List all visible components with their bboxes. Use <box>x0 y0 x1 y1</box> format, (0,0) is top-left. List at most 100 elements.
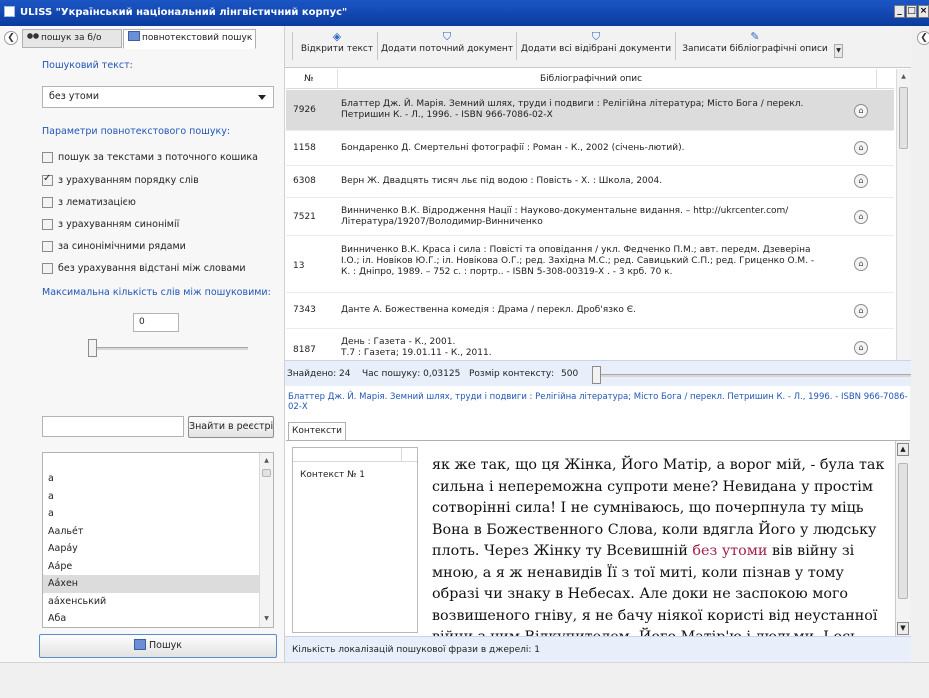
checkbox[interactable] <box>42 196 53 208</box>
checkbox[interactable] <box>42 240 53 252</box>
list-item[interactable]: а <box>43 505 273 523</box>
open-text-icon: ◈ <box>332 30 342 43</box>
scroll-up-icon[interactable]: ▲ <box>260 455 273 467</box>
context-list[interactable]: Контекст № 1 <box>292 447 418 633</box>
table-header: № Бібліографічний опис <box>286 69 894 89</box>
minimize-button[interactable]: _ <box>894 5 905 18</box>
checkbox[interactable] <box>42 151 53 163</box>
column-description-header[interactable]: Бібліографічний опис <box>540 74 642 84</box>
open-document-icon[interactable]: ⌂ <box>854 210 868 224</box>
toolbar: ◈ Відкрити текст ⛉ Додати поточний докум… <box>285 26 911 68</box>
bottom-panel <box>0 662 929 698</box>
option-synonymy[interactable]: з урахуванням синонімії <box>42 216 179 232</box>
find-in-registry-button[interactable]: Знайти в реєстрі <box>188 416 274 438</box>
option-current-cart[interactable]: пошук за текстами з поточного кошика <box>42 149 258 165</box>
maximize-button[interactable]: □ <box>906 5 917 18</box>
option-lemmatization[interactable]: з лематизацією <box>42 194 136 210</box>
context-size-slider-thumb[interactable] <box>592 366 601 384</box>
add-all-selected-button[interactable]: ⛉ Додати всі відібрані документи <box>519 30 673 62</box>
window-controls: _ □ × <box>893 5 929 19</box>
option-ignore-distance[interactable]: без урахування відстані між словами <box>42 260 246 276</box>
chevron-left-icon[interactable]: ❮ <box>917 31 929 45</box>
word-list-scrollbar[interactable]: ▲ ▼ <box>259 453 273 627</box>
list-item[interactable]: Аарáу <box>43 540 273 558</box>
context-scrollbar[interactable]: ▲ ▼ <box>895 441 910 637</box>
list-item[interactable]: Аальéт <box>43 523 273 541</box>
list-item[interactable]: Аба <box>43 610 273 627</box>
table-row[interactable]: 7521 Винниченко В.К. Відродження Нації :… <box>286 198 894 236</box>
found-count: Знайдено: 24 <box>287 369 351 379</box>
context-size-slider[interactable] <box>593 374 911 377</box>
list-item-selected[interactable]: Аáхен <box>43 575 273 593</box>
localization-count: Кількість локалізацій пошукової фрази в … <box>292 645 540 655</box>
contexts-area: Контекст № 1 як же так, що ця Жінка, Йог… <box>286 440 910 638</box>
search-mode-select[interactable]: без утоми <box>42 86 274 108</box>
checkbox[interactable] <box>42 262 53 274</box>
scroll-up-icon[interactable]: ▲ <box>897 443 909 456</box>
table-row[interactable]: 1158 Бондаренко Д. Смертельні фотографії… <box>286 131 894 166</box>
list-item[interactable]: аáхенський <box>43 593 273 611</box>
write-bibliography-button[interactable]: ✎ Записати бібліографічні описи <box>678 30 832 62</box>
search-button[interactable]: Пошук <box>39 634 277 658</box>
max-words-label: Максимальна кількість слів між пошуковим… <box>42 287 271 298</box>
cart-add-icon: ⛉ <box>442 30 452 43</box>
chevron-down-icon[interactable]: ▼ <box>834 44 843 58</box>
title-bar: ULISS "Український національний лінгвіст… <box>0 0 929 26</box>
context-size-value: 500 <box>561 369 579 379</box>
scroll-down-icon[interactable]: ▼ <box>897 622 909 635</box>
scroll-down-icon[interactable]: ▼ <box>260 613 273 625</box>
column-number-header[interactable]: № <box>304 74 313 84</box>
results-panel: ◈ Відкрити текст ⛉ Додати поточний докум… <box>284 26 911 662</box>
cart-add-all-icon: ⛉ <box>591 30 601 43</box>
highlighted-match: без утоми <box>692 543 768 559</box>
scroll-thumb[interactable] <box>898 463 908 599</box>
open-document-icon[interactable]: ⌂ <box>854 104 868 118</box>
window-title: ULISS "Український національний лінгвіст… <box>20 7 348 18</box>
search-text-label: Пошуковий текст: <box>42 60 133 71</box>
scroll-thumb[interactable] <box>899 87 908 149</box>
open-document-icon[interactable]: ⌂ <box>854 257 868 271</box>
list-item[interactable]: Аáре <box>43 558 273 576</box>
max-words-slider-track[interactable] <box>88 347 248 350</box>
context-size-label: Розмір контексту: <box>469 369 555 379</box>
table-row[interactable]: 6308 Верн Ж. Двадцять тисяч льє під водо… <box>286 166 894 198</box>
tab-fulltext-search[interactable]: повнотекстовий пошук <box>123 29 256 49</box>
search-time: Час пошуку: 0,03125 <box>362 369 461 379</box>
table-row[interactable]: 13 Винниченко В.К. Краса і сила : Повіст… <box>286 236 894 293</box>
option-word-order[interactable]: з урахуванням порядку слів <box>42 172 199 188</box>
table-row[interactable]: 7343 Данте А. Божественна комедія : Драм… <box>286 293 894 329</box>
checkbox[interactable] <box>42 218 53 230</box>
search-status-bar: Знайдено: 24 Час пошуку: 0,03125 Розмір … <box>285 360 911 386</box>
app-icon <box>4 6 15 17</box>
write-icon: ✎ <box>750 30 760 43</box>
add-current-document-button[interactable]: ⛉ Додати поточний документ <box>380 30 514 62</box>
registry-search-input[interactable] <box>42 416 184 437</box>
open-document-icon[interactable]: ⌂ <box>854 341 868 355</box>
list-item[interactable]: Контекст № 1 <box>300 470 365 480</box>
open-document-icon[interactable]: ⌂ <box>854 141 868 155</box>
checkbox-checked[interactable] <box>42 173 53 186</box>
max-words-input[interactable]: 0 <box>133 313 179 332</box>
open-document-icon[interactable]: ⌂ <box>854 174 868 188</box>
open-text-button[interactable]: ◈ Відкрити текст <box>299 30 375 62</box>
search-icon <box>133 639 146 650</box>
chevron-left-icon[interactable]: ❮ <box>4 31 18 45</box>
word-registry-list[interactable]: а а а Аальéт Аарáу Аáре Аáхен аáхенський… <box>42 452 274 628</box>
tab-contexts[interactable]: Контексти <box>288 422 346 441</box>
results-scrollbar[interactable]: ▲ ▼ <box>896 69 910 381</box>
option-synonym-rows[interactable]: за синонімічними рядами <box>42 238 186 254</box>
scroll-thumb[interactable] <box>262 469 271 477</box>
table-row[interactable]: 7926 Блаттер Дж. Й. Марія. Земний шлях, … <box>286 90 894 131</box>
scroll-up-icon[interactable]: ▲ <box>897 71 910 83</box>
list-item[interactable]: а <box>43 470 273 488</box>
tab-search-by-bo[interactable]: пошук за б/о <box>22 29 122 48</box>
binoculars-icon <box>27 31 39 41</box>
close-button[interactable]: × <box>918 5 929 18</box>
document-icon <box>128 31 140 41</box>
list-item[interactable]: а <box>43 488 273 506</box>
open-document-icon[interactable]: ⌂ <box>854 304 868 318</box>
selected-reference: Блаттер Дж. Й. Марія. Земний шлях, труди… <box>288 392 908 412</box>
results-table: № Бібліографічний опис 7926 Блаттер Дж. … <box>286 69 894 381</box>
max-words-slider-thumb[interactable] <box>88 339 97 357</box>
context-status-bar: Кількість локалізацій пошукової фрази в … <box>285 636 911 662</box>
